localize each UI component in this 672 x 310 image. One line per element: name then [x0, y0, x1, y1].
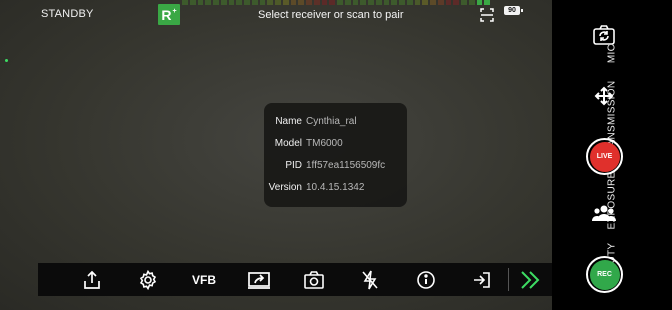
device-info-card: Name Cynthia_ral Model TM6000 PID 1ff57e…	[264, 103, 407, 207]
meter-segment	[282, 0, 289, 5]
meter-segment	[321, 0, 328, 5]
meter-segment	[399, 0, 405, 5]
info-icon[interactable]	[414, 269, 438, 291]
meter-segment	[375, 0, 382, 5]
flash-off-icon[interactable]	[358, 269, 382, 291]
meter-segment	[228, 0, 235, 5]
meter-segment	[391, 0, 397, 5]
live-button[interactable]: LIVE	[586, 138, 623, 175]
meter-segment	[406, 0, 413, 5]
screen-share-icon[interactable]	[246, 269, 272, 291]
meter-segment	[290, 0, 297, 5]
meter-segment	[337, 0, 343, 5]
meter-segment	[213, 0, 219, 5]
meter-segment	[445, 0, 452, 5]
meter-segment	[220, 0, 227, 5]
vfb-button[interactable]: VFB	[188, 269, 220, 291]
meter-segment	[476, 0, 483, 5]
meter-segment	[368, 0, 374, 5]
audio-meter	[182, 0, 490, 5]
info-key: PID	[285, 160, 302, 171]
share-icon[interactable]	[80, 269, 104, 291]
meter-segment	[298, 0, 304, 5]
meter-segment	[352, 0, 359, 5]
meter-segment	[430, 0, 436, 5]
meter-segment	[484, 0, 490, 5]
people-icon[interactable]	[591, 202, 617, 224]
status-dot	[5, 59, 8, 62]
meter-segment	[197, 0, 204, 5]
meter-segment	[422, 0, 428, 5]
meter-segment	[259, 0, 266, 5]
pairing-bar[interactable]: R + Select receiver or scan to pair	[158, 0, 500, 26]
meter-segment	[383, 0, 390, 5]
receiver-logo: R +	[158, 4, 180, 25]
meter-segment	[329, 0, 335, 5]
meter-segment	[205, 0, 211, 5]
meter-segment	[313, 0, 320, 5]
arrows-move-icon[interactable]	[592, 84, 616, 108]
scan-qr-icon[interactable]	[480, 8, 494, 22]
exit-icon[interactable]	[470, 269, 494, 291]
pairing-message[interactable]: Select receiver or scan to pair	[258, 9, 404, 21]
info-value: Cynthia_ral	[306, 116, 357, 127]
info-key: Model	[274, 138, 302, 149]
meter-segment	[461, 0, 467, 5]
info-row-name: Name Cynthia_ral	[264, 116, 407, 132]
meter-segment	[414, 0, 421, 5]
meter-segment	[251, 0, 258, 5]
battery-indicator: 90	[504, 6, 523, 15]
info-value: TM6000	[306, 138, 343, 149]
settings-gear-icon[interactable]	[136, 269, 160, 291]
expand-chevrons-icon[interactable]	[518, 269, 542, 291]
info-value: 1ff57ea1156509fc	[306, 160, 386, 171]
meter-segment	[306, 0, 312, 5]
meter-segment	[182, 0, 188, 5]
live-label: LIVE	[589, 141, 620, 172]
info-row-model: Model TM6000	[264, 138, 407, 154]
camera-icon[interactable]	[302, 269, 326, 291]
camera-rotate-icon[interactable]	[592, 23, 616, 47]
toolbar-divider	[508, 268, 509, 291]
meter-segment	[244, 0, 250, 5]
status-label: STANDBY	[41, 8, 94, 20]
meter-segment	[468, 0, 475, 5]
info-row-version: Version 10.4.15.1342	[264, 182, 407, 198]
meter-segment	[275, 0, 281, 5]
info-row-pid: PID 1ff57ea1156509fc	[264, 160, 407, 176]
rec-label: REC	[589, 259, 620, 290]
meter-segment	[189, 0, 196, 5]
meter-segment	[344, 0, 351, 5]
record-button[interactable]: REC	[586, 256, 623, 293]
info-key: Version	[268, 182, 302, 193]
info-key: Name	[275, 116, 302, 127]
meter-segment	[437, 0, 444, 5]
info-value: 10.4.15.1342	[306, 182, 365, 193]
bottom-toolbar: VFB	[38, 263, 552, 296]
meter-segment	[236, 0, 242, 5]
meter-segment	[453, 0, 459, 5]
meter-segment	[267, 0, 273, 5]
meter-segment	[360, 0, 366, 5]
